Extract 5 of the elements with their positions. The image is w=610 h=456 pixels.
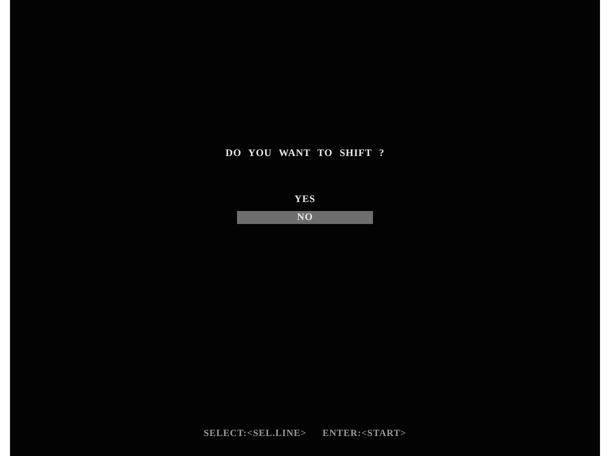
menu-option[interactable]: NO	[237, 211, 373, 224]
key-hint: ENTER:<START>	[322, 429, 406, 439]
menu-option[interactable]: YES	[237, 193, 373, 206]
prompt-text: DO YOU WANT TO SHIFT ?	[226, 147, 384, 161]
key-hint: SELECT:<SEL.LINE>	[204, 429, 306, 439]
